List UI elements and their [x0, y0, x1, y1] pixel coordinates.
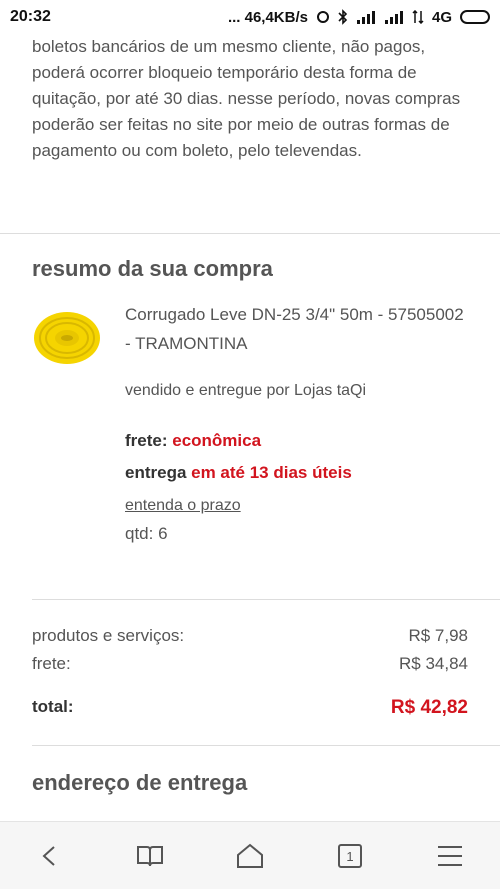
tabs-icon: 1	[338, 843, 362, 868]
shipping-type: frete: econômica	[125, 431, 261, 451]
network-type: 4G	[431, 8, 452, 26]
total-value: R$ 42,82	[390, 697, 468, 718]
summary-title: resumo da sua compra	[32, 256, 273, 281]
signal-2-icon	[384, 10, 404, 24]
shipping-cost-row: frete: R$ 34,84	[32, 654, 468, 674]
shipping-cost-value: R$ 34,84	[399, 654, 468, 673]
home-icon	[237, 843, 263, 868]
back-icon	[42, 845, 55, 866]
divider	[32, 745, 500, 746]
tab-count: 1	[346, 849, 353, 864]
shipping-cost-label: frete:	[32, 654, 71, 673]
total-row: total: R$ 42,82	[32, 697, 468, 719]
product-seller: vendido e entregue por Lojas taQi	[125, 382, 367, 399]
book-icon	[137, 845, 163, 866]
divider	[32, 599, 500, 600]
subtotal-row: produtos e serviços: R$ 7,98	[32, 626, 468, 646]
product-image	[32, 306, 102, 366]
browser-bottom-nav: 1	[0, 821, 500, 889]
subtotal-value: R$ 7,98	[408, 626, 468, 645]
signal-icon	[356, 10, 376, 24]
shipping-label: frete:	[125, 431, 173, 450]
delivery-time: entrega em até 13 dias úteis	[125, 463, 352, 483]
product-quantity: qtd: 6	[125, 524, 168, 543]
battery-icon	[460, 10, 490, 24]
status-icons: ... 46,4KB/s 4G	[228, 9, 490, 26]
shipping-value: econômica	[172, 431, 262, 450]
address-title: endereço de entrega	[32, 770, 248, 795]
bookmarks-button[interactable]	[120, 826, 180, 886]
delivery-info-link[interactable]: entenda o prazo	[125, 497, 241, 515]
menu-button[interactable]	[420, 826, 480, 886]
status-bar: 20:32 ... 46,4KB/s 4G	[0, 0, 500, 34]
product-name[interactable]: Corrugado Leve DN-25 3/4" 50m - 57505002…	[125, 300, 465, 358]
subtotal-label: produtos e serviços:	[32, 626, 185, 645]
page-content: boletos bancários de um mesmo cliente, n…	[0, 34, 500, 821]
tabs-button[interactable]: 1	[320, 826, 380, 886]
delivery-value: em até 13 dias úteis	[191, 463, 352, 482]
menu-icon	[438, 845, 462, 866]
network-speed: ... 46,4KB/s	[227, 8, 308, 26]
delivery-label: entrega	[125, 463, 192, 482]
bluetooth-icon	[338, 9, 348, 25]
boleto-notice: boletos bancários de um mesmo cliente, n…	[32, 37, 461, 160]
sync-icon	[316, 10, 330, 24]
divider	[0, 233, 500, 234]
total-label: total:	[32, 697, 74, 716]
back-button[interactable]	[20, 826, 80, 886]
home-button[interactable]	[220, 826, 280, 886]
status-time: 20:32	[10, 8, 51, 25]
data-transfer-icon	[412, 10, 424, 24]
